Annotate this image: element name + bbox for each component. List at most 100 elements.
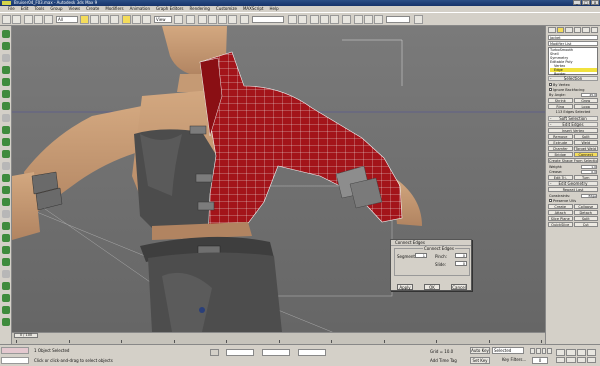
schematic-view-icon[interactable] xyxy=(330,15,339,24)
mirror-icon[interactable] xyxy=(288,15,297,24)
cancel-button[interactable]: Cancel xyxy=(451,284,467,290)
apply-button[interactable]: Apply xyxy=(397,284,413,290)
tool-icon[interactable] xyxy=(2,306,10,314)
create-button[interactable]: Create xyxy=(548,204,573,209)
teapot-render-icon[interactable] xyxy=(414,15,423,24)
segments-spinner[interactable]: 1 xyxy=(415,253,427,258)
object-name-field[interactable]: Jacket xyxy=(548,35,598,40)
select-object-icon[interactable] xyxy=(80,15,89,24)
by-angle-spinner[interactable]: 45.0 xyxy=(581,92,597,97)
maximize-viewport-icon[interactable] xyxy=(586,356,596,363)
attach-button[interactable]: Attach xyxy=(548,210,573,215)
window-crossing-icon[interactable] xyxy=(110,15,119,24)
align-icon[interactable] xyxy=(298,15,307,24)
pan-icon[interactable] xyxy=(566,356,576,363)
zoom-all-icon[interactable] xyxy=(566,349,576,356)
tool-icon[interactable] xyxy=(2,186,10,194)
selection-rollout-header[interactable]: Selection xyxy=(548,76,598,81)
rectangle-selection-icon[interactable] xyxy=(100,15,109,24)
render-frame-icon[interactable] xyxy=(364,15,373,24)
render-setup-icon[interactable] xyxy=(354,15,363,24)
tool-icon[interactable] xyxy=(2,270,10,278)
weld-button[interactable]: Weld xyxy=(573,140,598,145)
slide-spinner[interactable]: 0 xyxy=(455,261,467,266)
target-weld-button[interactable]: Target Weld xyxy=(573,146,598,151)
lock-selection-icon[interactable] xyxy=(210,349,219,356)
connect-button[interactable]: Connect xyxy=(573,152,598,157)
tool-icon[interactable] xyxy=(2,174,10,182)
remove-button[interactable]: Remove xyxy=(548,134,573,139)
tool-icon[interactable] xyxy=(2,198,10,206)
link-icon[interactable] xyxy=(24,15,33,24)
auto-key-button[interactable]: Auto Key xyxy=(470,347,490,354)
constraints-dropdown[interactable]: Edge xyxy=(581,193,597,198)
play-icon[interactable] xyxy=(541,348,547,354)
shrink-button[interactable]: Shrink xyxy=(548,98,573,103)
edit-geometry-rollout-header[interactable]: Edit Geometry xyxy=(548,181,598,186)
tool-icon[interactable] xyxy=(2,246,10,254)
cut-button[interactable]: Cut xyxy=(573,222,598,227)
display-tab-icon[interactable] xyxy=(582,27,590,33)
select-by-name-icon[interactable] xyxy=(90,15,99,24)
go-to-start-icon[interactable] xyxy=(530,348,535,354)
pivot-center-icon[interactable] xyxy=(174,15,183,24)
crease-spinner[interactable]: 0.0 xyxy=(581,169,597,174)
tool-icon[interactable] xyxy=(2,282,10,290)
angle-snap-icon[interactable] xyxy=(208,15,217,24)
edit-tri-button[interactable]: Edit Tri. xyxy=(548,175,573,180)
maxscript-listener[interactable] xyxy=(1,347,29,354)
time-slider-bar[interactable]: 0 / 100 xyxy=(12,332,545,344)
tool-icon[interactable] xyxy=(2,126,10,134)
turn-button[interactable]: Turn xyxy=(573,175,598,180)
maximize-button[interactable]: □ xyxy=(582,0,590,5)
tool-icon[interactable] xyxy=(2,138,10,146)
y-coordinate-field[interactable] xyxy=(262,349,290,356)
tool-icon[interactable] xyxy=(2,30,10,38)
utilities-tab-icon[interactable] xyxy=(590,27,598,33)
tool-icon[interactable] xyxy=(2,78,10,86)
close-button[interactable]: x xyxy=(591,0,599,5)
edit-named-selection-icon[interactable] xyxy=(240,15,249,24)
current-frame-field[interactable]: 0 xyxy=(532,357,548,364)
snaps-toggle-icon[interactable] xyxy=(198,15,207,24)
insert-vertex-button[interactable]: Insert Vertex xyxy=(548,128,598,133)
quick-render-icon[interactable] xyxy=(374,15,383,24)
time-slider-thumb[interactable]: 0 / 100 xyxy=(14,333,38,338)
motion-tab-icon[interactable] xyxy=(573,27,581,33)
tool-icon[interactable] xyxy=(2,162,10,170)
reference-coordinate-dropdown[interactable]: View xyxy=(154,16,172,23)
loop-button[interactable]: Loop xyxy=(573,104,598,109)
field-of-view-icon[interactable] xyxy=(556,356,566,363)
orbit-icon[interactable] xyxy=(576,356,586,363)
layer-manager-icon[interactable] xyxy=(310,15,319,24)
select-scale-icon[interactable] xyxy=(142,15,151,24)
spinner-snap-icon[interactable] xyxy=(228,15,237,24)
tool-icon[interactable] xyxy=(2,222,10,230)
tool-icon[interactable] xyxy=(2,90,10,98)
modify-tab-icon[interactable] xyxy=(556,27,564,33)
tool-icon[interactable] xyxy=(2,318,10,326)
pinch-spinner[interactable]: 0 xyxy=(455,253,467,258)
ring-button[interactable]: Ring xyxy=(548,104,573,109)
weight-spinner[interactable]: 1.0 xyxy=(581,164,597,169)
redo-icon[interactable] xyxy=(12,15,21,24)
split-checkbox[interactable]: Split xyxy=(573,216,598,221)
select-move-icon[interactable] xyxy=(122,15,131,24)
edit-edges-rollout-header[interactable]: Edit Edges xyxy=(548,122,598,127)
undo-icon[interactable] xyxy=(2,15,11,24)
detach-button[interactable]: Detach xyxy=(573,210,598,215)
grow-button[interactable]: Grow xyxy=(573,98,598,103)
add-time-tag[interactable]: Add Time Tag xyxy=(430,358,457,363)
next-frame-icon[interactable] xyxy=(547,348,552,354)
zoom-icon[interactable] xyxy=(556,349,566,356)
create-shape-button[interactable]: Create Shape From Selection xyxy=(548,158,598,163)
tool-icon[interactable] xyxy=(2,42,10,50)
x-coordinate-field[interactable] xyxy=(226,349,254,356)
tool-icon[interactable] xyxy=(2,258,10,266)
zoom-extents-icon[interactable] xyxy=(576,349,586,356)
selection-filter-dropdown[interactable]: All xyxy=(56,16,78,23)
named-selection-set-dropdown[interactable] xyxy=(252,16,284,23)
unlink-icon[interactable] xyxy=(34,15,43,24)
previous-frame-icon[interactable] xyxy=(535,348,541,354)
percent-snap-icon[interactable] xyxy=(218,15,227,24)
